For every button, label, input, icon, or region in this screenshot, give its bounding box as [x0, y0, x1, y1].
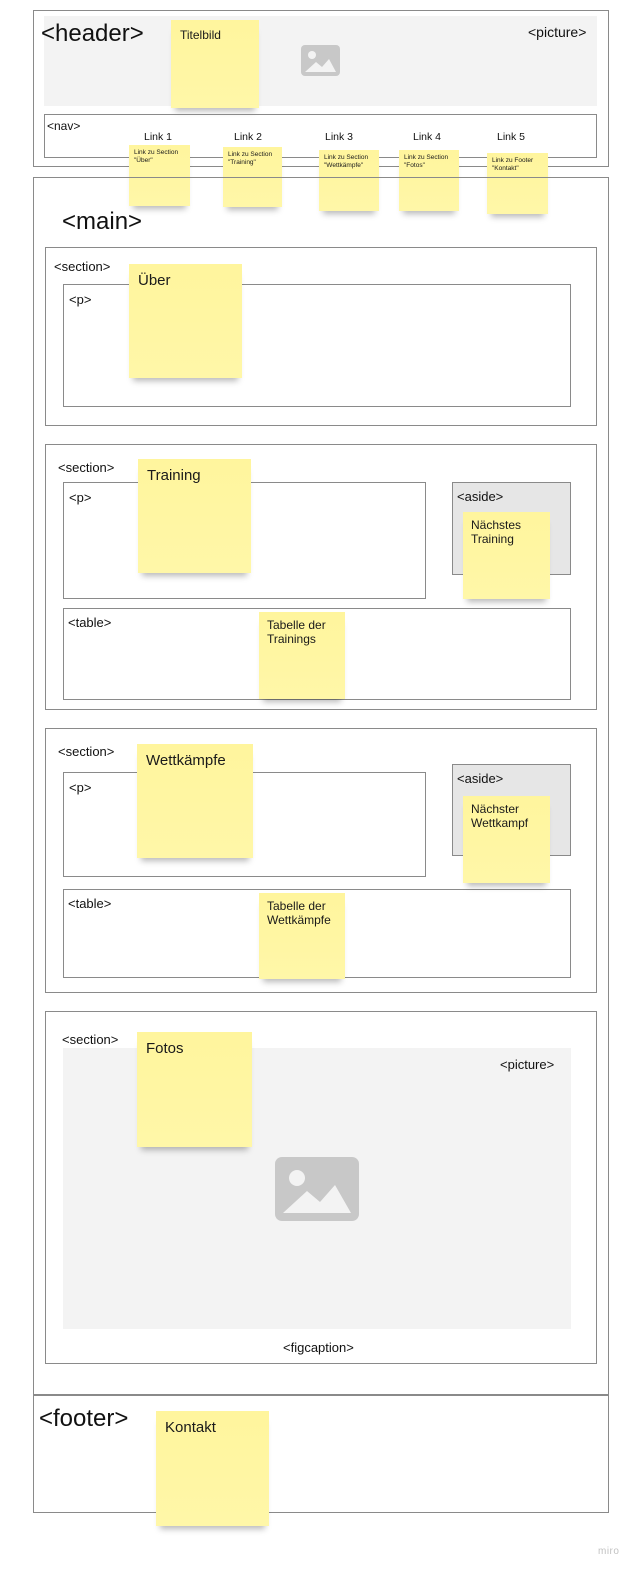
nav-link-5-label: Link 5: [497, 131, 526, 143]
header-tag: <header>: [41, 20, 144, 47]
nav-link-3-label: Link 3: [325, 131, 354, 143]
sticky-kontakt: Kontakt: [156, 1411, 269, 1526]
section-training-p-tag: <p>: [69, 490, 92, 505]
nav-link-4-label: Link 4: [413, 131, 442, 143]
sticky-training: Training: [138, 459, 251, 573]
miro-watermark: miro: [598, 1546, 620, 1557]
sticky-naechster-wettkampf: Nächster Wettkampf: [463, 796, 550, 883]
sticky-naechstes-training: Nächstes Training: [463, 512, 550, 599]
sticky-ueber: Über: [129, 264, 242, 378]
sticky-titelbild: Titelbild: [171, 20, 259, 108]
sticky-wettkaempfe: Wettkämpfe: [137, 744, 253, 858]
sticky-tabelle-wettkaempfe: Tabelle der Wettkämpfe: [259, 893, 345, 979]
nav-link-2-label: Link 2: [234, 131, 263, 143]
section-wettkaempfe-aside-tag: <aside>: [457, 771, 504, 786]
header-picture-tag: <picture>: [528, 24, 587, 40]
section-ueber-tag: <section>: [54, 259, 111, 274]
sticky-tabelle-trainings: Tabelle der Trainings: [259, 612, 345, 699]
section-fotos-figcaption-tag: <figcaption>: [283, 1340, 354, 1355]
section-training-tag: <section>: [58, 460, 115, 475]
main-tag: <main>: [62, 208, 143, 235]
image-placeholder-icon: [301, 45, 340, 76]
section-ueber-p-tag: <p>: [69, 292, 92, 307]
section-training-table-tag: <table>: [68, 615, 112, 630]
section-wettkaempfe-table-tag: <table>: [68, 896, 112, 911]
footer-tag: <footer>: [39, 1405, 129, 1432]
section-fotos-picture-tag: <picture>: [500, 1057, 555, 1072]
image-placeholder-icon: [275, 1157, 359, 1221]
nav-link-1-label: Link 1: [144, 131, 173, 143]
sticky-fotos: Fotos: [137, 1032, 252, 1147]
section-wettkaempfe-tag: <section>: [58, 744, 115, 759]
section-fotos-tag: <section>: [62, 1032, 119, 1047]
section-training-aside-tag: <aside>: [457, 489, 504, 504]
section-wettkaempfe-p-tag: <p>: [69, 780, 92, 795]
nav-tag: <nav>: [47, 119, 81, 133]
